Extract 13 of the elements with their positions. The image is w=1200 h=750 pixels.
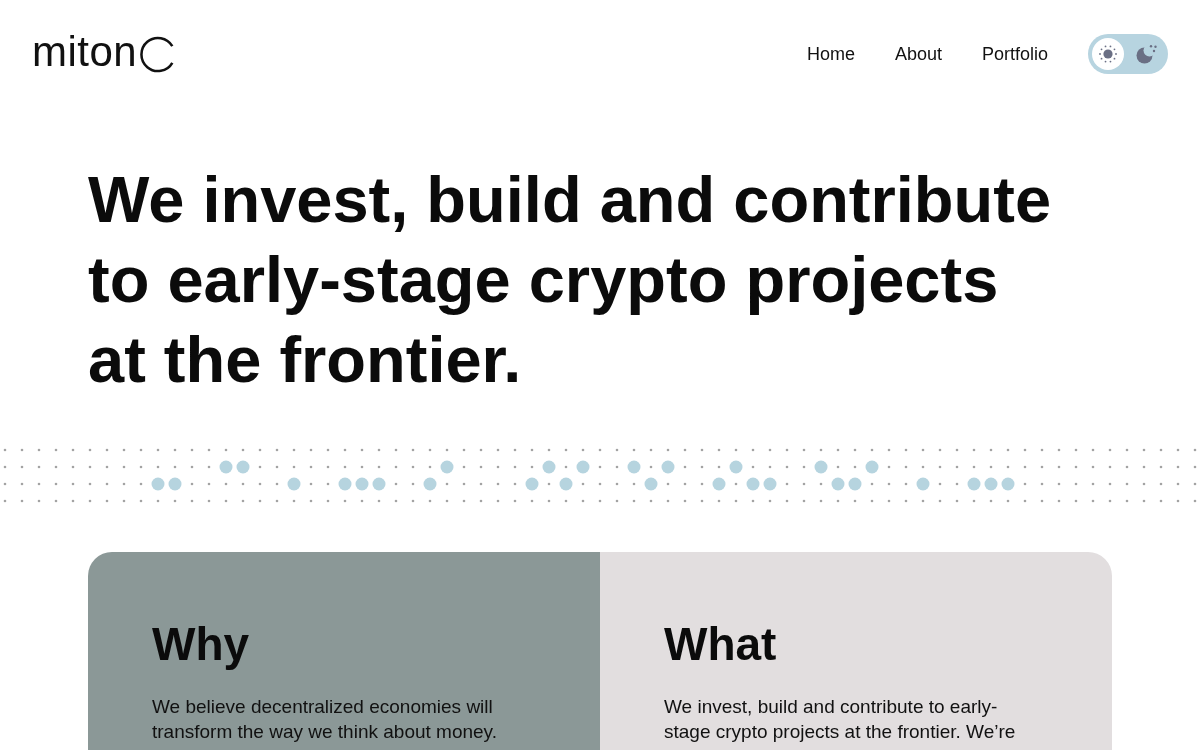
hero-headline: We invest, build and contribute to early-stage crypto projects at the frontier. — [88, 162, 1053, 398]
card-title: Why — [152, 619, 251, 670]
nav-link[interactable]: About — [894, 43, 942, 65]
sun-icon — [1098, 44, 1118, 64]
card-title: What — [664, 619, 778, 670]
moon-icon — [1136, 44, 1158, 64]
logo-wordmark[interactable]: miton — [32, 31, 138, 77]
theme-toggle[interactable] — [1088, 34, 1168, 74]
card-text: We invest, build and contribute to early-stage crypto projects at the frontier. We’re — [664, 694, 1017, 744]
card-text: We believe decentralized economies will transform the way we think about money. — [152, 694, 498, 744]
nav-link[interactable]: Portfolio — [981, 43, 1048, 65]
toggle-knob[interactable] — [1092, 38, 1124, 70]
nav-link[interactable]: Home — [806, 43, 855, 65]
